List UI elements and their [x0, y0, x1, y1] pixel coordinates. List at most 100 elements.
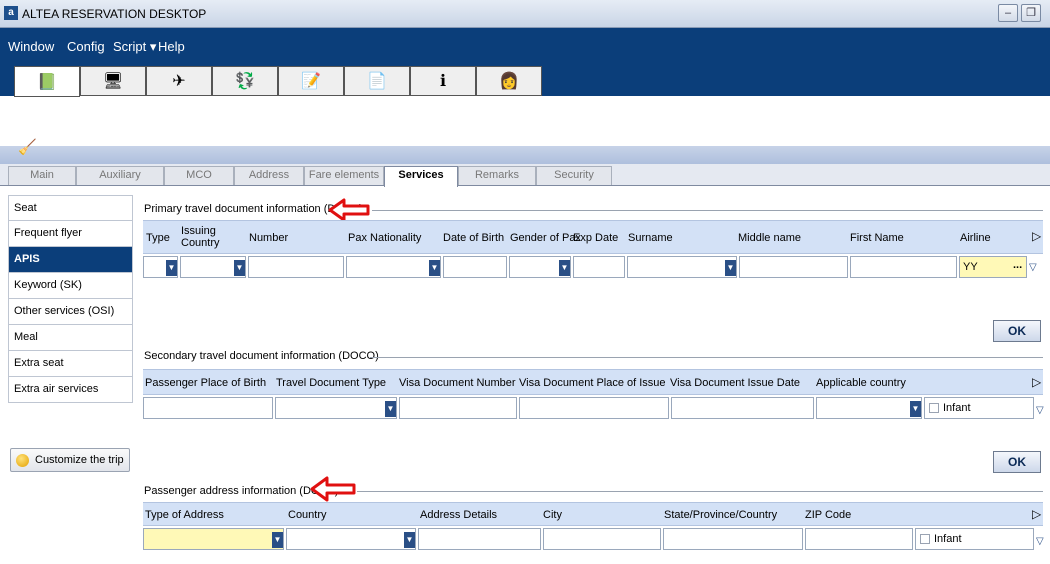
broom-icon[interactable]: 🧹 [18, 138, 37, 156]
doca-divider [357, 491, 1043, 492]
docs-col-gender: Gender of Pax [510, 232, 581, 244]
docs-col-pax-nationality: Pax Nationality [348, 232, 422, 244]
tab-main[interactable]: Main [8, 166, 76, 185]
doca-col-city: City [543, 509, 562, 521]
doco-scroll-right-icon[interactable]: ▷ [1032, 376, 1041, 388]
docs-exp-date-input[interactable] [573, 256, 625, 278]
services-sidebar: Seat Frequent flyer APIS Keyword (SK) Ot… [8, 195, 133, 403]
sidebar-item-meal[interactable]: Meal [8, 325, 133, 351]
info-icon[interactable]: ℹ [410, 66, 476, 96]
doco-ok-button[interactable]: OK [993, 451, 1041, 473]
docs-col-issuing-country: Issuing Country [181, 225, 220, 249]
docs-col-first-name: First Name [850, 232, 904, 244]
document-icon[interactable]: 📄 [344, 66, 410, 96]
minimize-button[interactable]: – [998, 4, 1018, 22]
book-icon[interactable]: 📗 [14, 66, 80, 97]
menu-window[interactable]: Window [8, 39, 54, 54]
app-icon: a [4, 6, 18, 20]
sidebar-item-seat[interactable]: Seat [8, 195, 133, 221]
docs-first-name-input[interactable] [850, 256, 957, 278]
doco-col-visa-number: Visa Document Number [399, 377, 516, 389]
doca-col-type-of-address: Type of Address [145, 509, 224, 521]
doco-visa-number-input[interactable] [399, 397, 517, 419]
tab-fare-elements[interactable]: Fare elements [304, 166, 384, 185]
docs-col-middle-name: Middle name [738, 232, 801, 244]
docs-col-type: Type [146, 232, 170, 244]
docs-surname-input[interactable]: ▼ [627, 256, 737, 278]
tab-remarks[interactable]: Remarks [458, 166, 536, 185]
doca-zip-input[interactable] [805, 528, 913, 550]
doco-row-expand-icon[interactable]: ▽ [1036, 405, 1044, 416]
docs-date-of-birth-input[interactable] [443, 256, 507, 278]
doco-visa-issue-date-input[interactable] [671, 397, 814, 419]
doca-col-address-details: Address Details [420, 509, 498, 521]
docs-row-expand-icon[interactable]: ▽ [1029, 262, 1037, 273]
doco-col-visa-place: Visa Document Place of Issue [519, 377, 666, 389]
docs-pax-nationality-select[interactable]: ▼ [346, 256, 441, 278]
doco-visa-place-input[interactable] [519, 397, 669, 419]
annotation-arrow-docs [328, 198, 370, 222]
tab-mco[interactable]: MCO [164, 166, 234, 185]
sidebar-item-other-services[interactable]: Other services (OSI) [8, 299, 133, 325]
doco-col-visa-issue-date: Visa Document Issue Date [670, 377, 801, 389]
docs-airline-value: YY [963, 261, 978, 273]
doco-infant-cell: Infant [924, 397, 1034, 419]
docs-gender-select[interactable]: ▼ [509, 256, 571, 278]
doco-infant-label: Infant [943, 402, 971, 414]
agent-icon[interactable]: 👩 [476, 66, 542, 96]
doca-col-zip: ZIP Code [805, 509, 852, 521]
doca-state-input[interactable] [663, 528, 803, 550]
doca-infant-cell: Infant [915, 528, 1034, 550]
docs-scroll-right-icon[interactable]: ▷ [1032, 230, 1041, 242]
doca-infant-checkbox[interactable] [920, 534, 930, 544]
doca-row-expand-icon[interactable]: ▽ [1036, 536, 1044, 547]
sidebar-item-keyword[interactable]: Keyword (SK) [8, 273, 133, 299]
doco-travel-doc-type-select[interactable]: ▼ [275, 397, 397, 419]
docs-col-date-of-birth: Date of Birth [443, 232, 505, 244]
doco-col-applicable-country: Applicable country [816, 377, 906, 389]
annotation-arrow-doca [310, 476, 356, 502]
customize-trip-button[interactable]: Customize the trip [10, 448, 130, 472]
doca-address-details-input[interactable] [418, 528, 541, 550]
doco-section-title: Secondary travel document information (D… [144, 350, 379, 362]
docs-type-select[interactable]: ▼ [143, 256, 178, 278]
menu-help[interactable]: Help [158, 39, 185, 54]
doca-city-input[interactable] [543, 528, 661, 550]
doca-col-state: State/Province/Country [664, 509, 778, 521]
doco-applicable-country-select[interactable]: ▼ [816, 397, 922, 419]
tab-address[interactable]: Address [234, 166, 304, 185]
terminal-icon[interactable]: 🖥 [80, 66, 146, 96]
docs-airline-input[interactable]: YY ... [959, 256, 1027, 278]
doca-infant-label: Infant [934, 533, 962, 545]
tab-auxiliary[interactable]: Auxiliary [76, 166, 164, 185]
customize-trip-label: Customize the trip [35, 454, 124, 466]
menu-script[interactable]: Script ▾ [113, 39, 156, 55]
docs-ok-button[interactable]: OK [993, 320, 1041, 342]
sidebar-item-frequent-flyer[interactable]: Frequent flyer [8, 221, 133, 247]
doca-country-select[interactable]: ▼ [286, 528, 416, 550]
restore-button[interactable]: ❐ [1021, 4, 1041, 22]
secondary-toolbar [0, 146, 1050, 164]
doca-type-of-address-select[interactable]: ▼ [143, 528, 284, 550]
doca-scroll-right-icon[interactable]: ▷ [1032, 508, 1041, 520]
doco-col-travel-doc-type: Travel Document Type [276, 377, 387, 389]
doca-input-row: ▼ ▼ Infant ▽ [143, 528, 1044, 550]
menu-config[interactable]: Config [67, 39, 105, 54]
sidebar-item-extra-seat[interactable]: Extra seat [8, 351, 133, 377]
doco-infant-checkbox[interactable] [929, 403, 939, 413]
docs-airline-more-button[interactable]: ... [1013, 259, 1022, 271]
tab-security[interactable]: Security [536, 166, 612, 185]
money-icon[interactable]: 💱 [212, 66, 278, 96]
sidebar-item-apis[interactable]: APIS [8, 247, 133, 273]
docs-number-input[interactable] [248, 256, 344, 278]
tab-services[interactable]: Services [384, 166, 458, 187]
docs-issuing-country-select[interactable]: ▼ [180, 256, 246, 278]
docs-middle-name-input[interactable] [739, 256, 848, 278]
sidebar-item-extra-air-services[interactable]: Extra air services [8, 377, 133, 403]
doco-place-of-birth-input[interactable] [143, 397, 273, 419]
plane-icon[interactable]: ✈ [146, 66, 212, 96]
docs-col-airline: Airline [960, 232, 991, 244]
notepad-icon[interactable]: 📝 [278, 66, 344, 96]
doco-col-place-of-birth: Passenger Place of Birth [145, 377, 267, 389]
tab-bar: Main Auxiliary MCO Address Fare elements… [0, 164, 1050, 187]
